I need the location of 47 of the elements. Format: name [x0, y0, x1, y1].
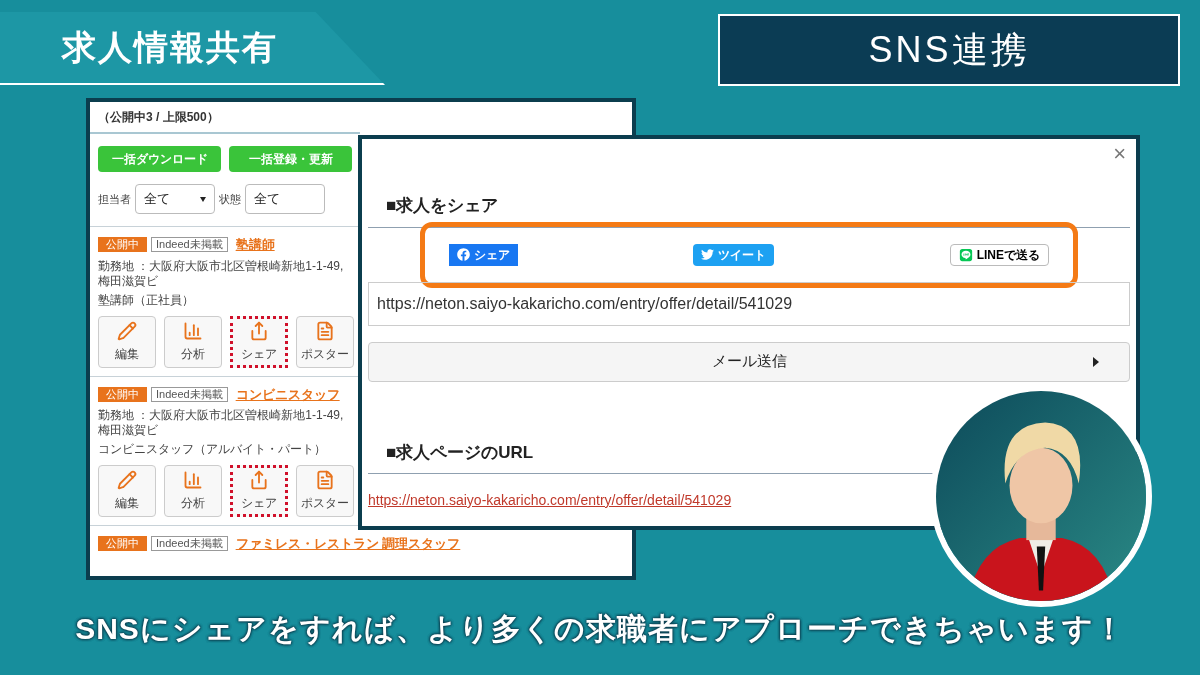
url-heading: ■求人ページのURL	[386, 441, 535, 464]
tag: Indeed未掲載	[151, 237, 228, 253]
close-button[interactable]: ×	[1113, 139, 1130, 165]
share-icon	[249, 470, 269, 490]
action-button[interactable]: 編集	[98, 465, 156, 517]
bar-chart-icon	[183, 470, 203, 490]
status-badge: 公開中	[98, 237, 147, 253]
bar-chart-icon	[183, 320, 203, 341]
tag: Indeed未掲載	[151, 536, 228, 552]
caption: SNSにシェアをすれば、より多くの求職者にアプローチできちゃいます！	[75, 611, 1125, 647]
status-badge: 公開中	[98, 536, 147, 552]
summary-text: （公開中3 / 上限500）	[97, 109, 220, 126]
chat-bubble-icon	[958, 247, 973, 262]
action-button[interactable]: シェア	[230, 465, 288, 517]
document-icon	[315, 320, 335, 341]
facebook-icon	[457, 248, 470, 261]
share-icon	[249, 320, 269, 341]
filter-label: 状態	[219, 191, 241, 207]
action-button[interactable]: 編集	[98, 315, 156, 368]
page-url-link[interactable]: https://neton.saiyo-kakaricho.com/entry/offer/detail/541029	[368, 490, 732, 511]
play-icon	[1093, 356, 1099, 367]
tag: Indeed未掲載	[151, 386, 228, 402]
dropdown-icon	[200, 196, 206, 202]
filter-select[interactable]: 全て	[135, 184, 215, 214]
filter-label: 担当者	[98, 191, 131, 207]
share-heading: ■求人をシェア	[386, 195, 500, 217]
headline: 求人情報共有	[62, 27, 278, 68]
bird-icon	[701, 248, 715, 261]
job-detail: コンビニスタッフ（アルバイト・パート）	[98, 442, 327, 457]
mail-button[interactable]: メール送信	[368, 341, 1130, 382]
action-button[interactable]: ポスター	[296, 315, 354, 368]
action-button[interactable]: 分析	[164, 465, 222, 517]
action-button[interactable]: 分析	[164, 315, 222, 368]
action-button[interactable]: ポスター	[296, 465, 354, 517]
job-location: 勤務地 ：大阪府大阪市北区曽根崎新地1-1-49, 梅田滋賀ビ	[98, 408, 345, 438]
pencil-icon	[117, 320, 137, 341]
pencil-icon	[117, 470, 137, 490]
share-button[interactable]: LINEで送る	[949, 243, 1049, 266]
badge-text: SNS連携	[868, 28, 1030, 72]
url-field[interactable]: https://neton.saiyo-kakaricho.com/entry/offer/detail/541029	[368, 281, 1130, 326]
share-button[interactable]: シェア	[449, 243, 518, 266]
action-button[interactable]: シェア	[230, 315, 288, 368]
job-detail: 塾講師（正社員）	[98, 292, 195, 308]
job-location: 勤務地 ：大阪府大阪市北区曽根崎新地1-1-49, 梅田滋賀ビ	[98, 258, 345, 289]
status-badge: 公開中	[98, 386, 147, 402]
document-icon	[315, 470, 335, 490]
filter-select[interactable]: 全て	[245, 184, 325, 214]
